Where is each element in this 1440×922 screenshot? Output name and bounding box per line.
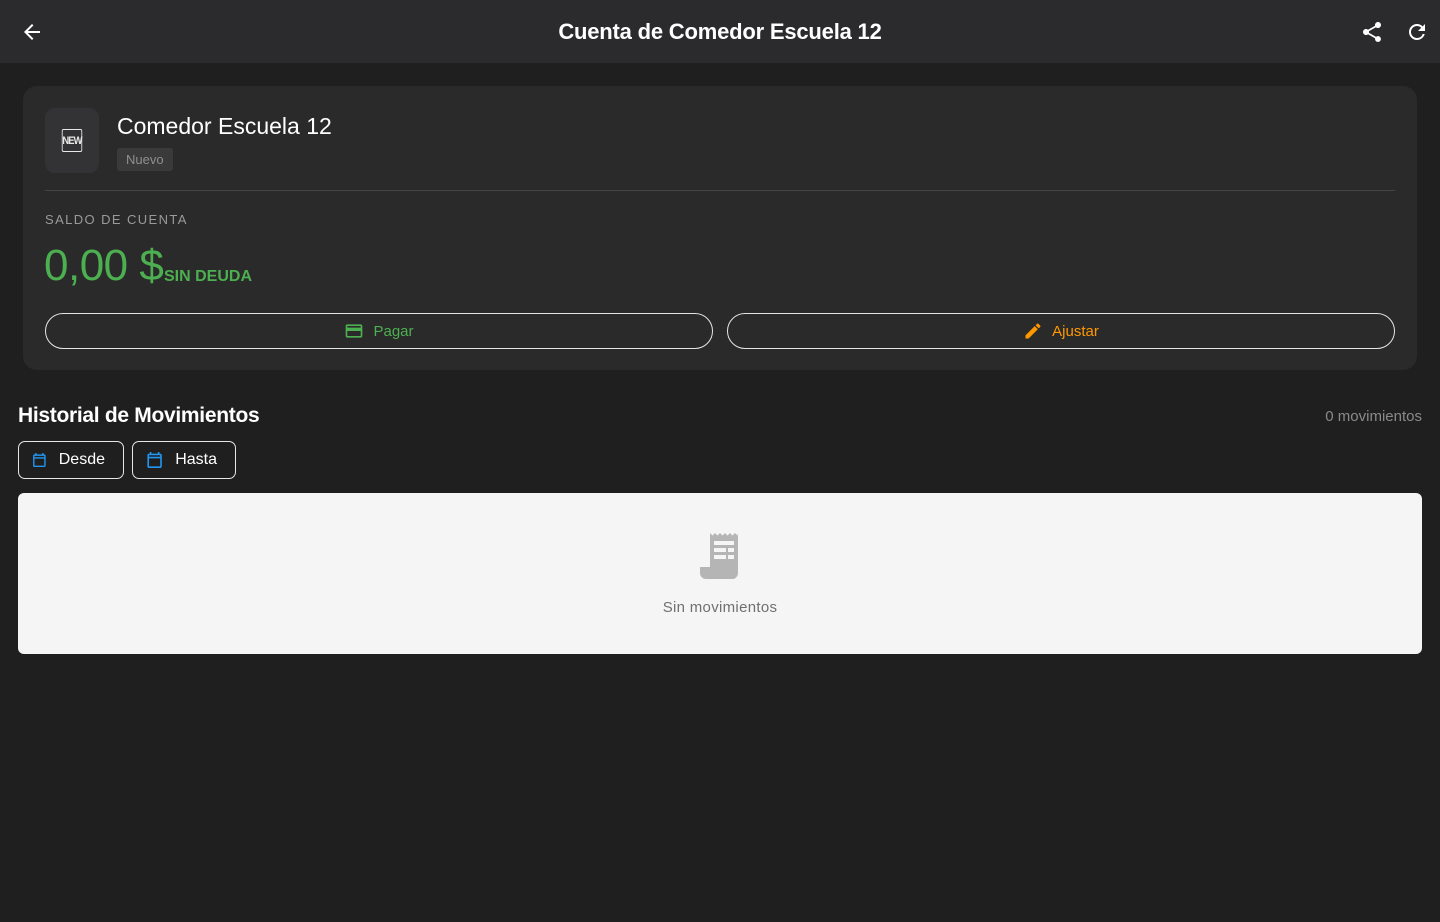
account-card: NEW Comedor Escuela 12 Nuevo SALDO DE CU… [23, 86, 1417, 370]
divider [45, 190, 1395, 191]
calendar-icon [147, 451, 162, 469]
date-to-button[interactable]: Hasta [132, 441, 236, 479]
status-badge: Nuevo [117, 148, 173, 171]
empty-history-panel: Sin movimientos [18, 493, 1422, 654]
page-title: Cuenta de Comedor Escuela 12 [558, 18, 882, 44]
account-avatar: NEW [45, 108, 99, 173]
adjust-button-label: Ajustar [1052, 322, 1099, 340]
pay-button-label: Pagar [373, 322, 414, 340]
balance-label: SALDO DE CUENTA [45, 212, 188, 227]
adjust-button[interactable]: Ajustar [727, 313, 1395, 349]
credit-card-icon [346, 324, 363, 338]
back-button[interactable] [16, 16, 48, 48]
balance-amount: 0,00 $ [44, 241, 164, 290]
date-from-button[interactable]: Desde [18, 441, 124, 479]
history-title: Historial de Movimientos [18, 404, 260, 427]
receipt-icon [698, 531, 742, 581]
empty-history-text: Sin movimientos [662, 599, 778, 616]
share-button[interactable] [1356, 16, 1388, 48]
pay-button[interactable]: Pagar [45, 313, 713, 349]
calendar-icon [33, 453, 46, 467]
refresh-button[interactable] [1401, 16, 1433, 48]
history-count: 0 movimientos [1325, 408, 1422, 425]
arrow-left-icon [24, 24, 40, 40]
refresh-icon [1409, 24, 1425, 40]
pencil-icon [1025, 323, 1041, 339]
share-icon [1363, 22, 1381, 42]
date-to-label: Hasta [175, 451, 217, 468]
balance-status: SIN DEUDA [164, 268, 253, 285]
app-bar: Cuenta de Comedor Escuela 12 [0, 0, 1440, 63]
date-from-label: Desde [58, 451, 105, 468]
new-badge-icon: NEW [61, 129, 82, 152]
account-name: Comedor Escuela 12 [117, 113, 332, 139]
